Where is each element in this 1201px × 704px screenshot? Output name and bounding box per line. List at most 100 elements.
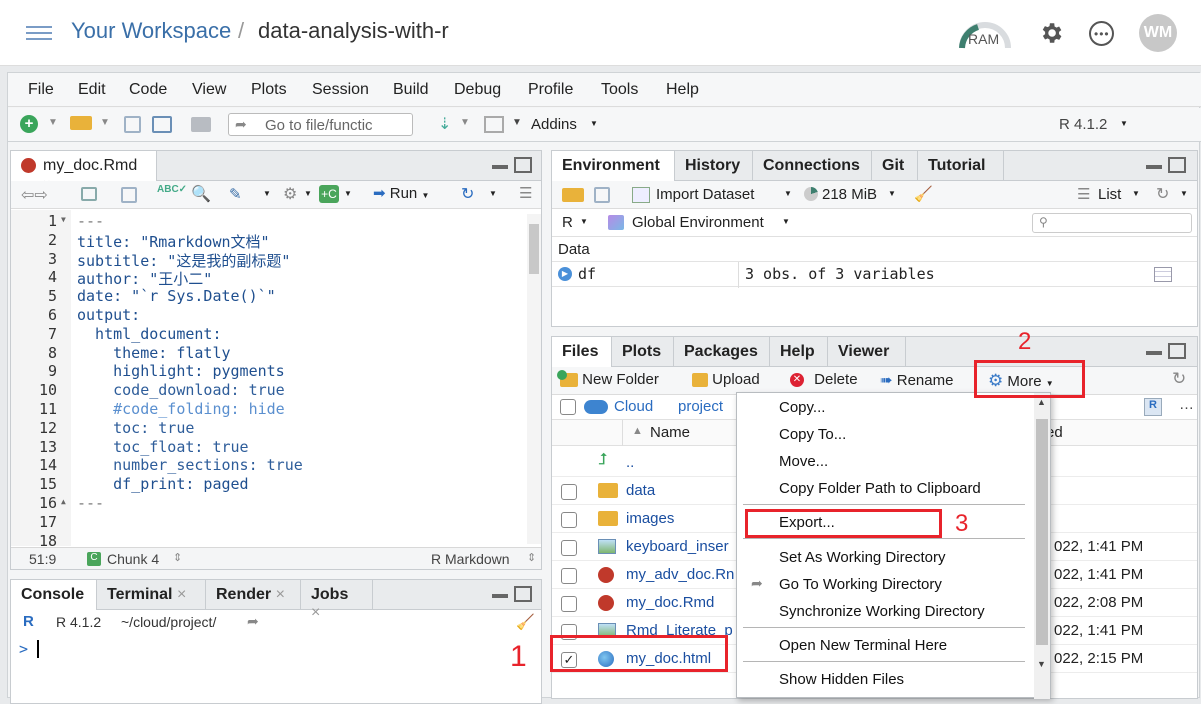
menu-help[interactable]: Help (666, 81, 699, 99)
chevron-down-icon[interactable]: ▼ (782, 217, 790, 226)
tab-terminal[interactable]: Terminal × (97, 580, 206, 610)
grid-layout-icon[interactable] (484, 116, 504, 133)
menu-profile[interactable]: Profile (528, 81, 573, 99)
tab-viewer[interactable]: Viewer (828, 337, 906, 367)
file-name-link[interactable]: .. (626, 454, 634, 471)
menu-debug[interactable]: Debug (454, 81, 501, 99)
clear-broom-icon[interactable]: 🧹 (914, 185, 933, 203)
file-name-link[interactable]: images (626, 510, 674, 527)
env-search-input[interactable]: ⚲ (1032, 213, 1192, 233)
new-file-icon[interactable]: + (20, 115, 38, 133)
minimize-icon[interactable] (492, 165, 508, 169)
run-button[interactable]: ➡ Run ▼ (373, 184, 429, 202)
spellcheck-icon[interactable]: ABC✓ (157, 184, 187, 195)
delete-button[interactable]: ✕ Delete (790, 371, 858, 388)
menu-file[interactable]: File (28, 81, 54, 99)
go-to-dir-icon[interactable]: ➦ (247, 613, 259, 630)
outline-icon[interactable]: ☰ (519, 184, 532, 202)
file-checkbox[interactable] (561, 512, 577, 528)
file-name-link[interactable]: keyboard_inser (626, 538, 729, 555)
scope-selector[interactable]: Global Environment (632, 214, 764, 231)
load-workspace-icon[interactable] (562, 188, 584, 202)
fold-toggle-icon[interactable]: ▼ (61, 215, 66, 224)
chevron-down-icon[interactable]: ▼ (263, 189, 271, 198)
menu-session[interactable]: Session (312, 81, 369, 99)
fold-toggle-icon[interactable]: ▲ (61, 497, 66, 506)
file-checkbox[interactable] (561, 568, 577, 584)
refresh-icon[interactable]: ↻ (1172, 369, 1186, 389)
maximize-icon[interactable] (1168, 157, 1186, 173)
chunk-selector[interactable]: Chunk 4 (107, 551, 159, 567)
file-name-link[interactable]: my_doc.Rmd (626, 594, 714, 611)
chevron-down-icon[interactable]: ▼ (489, 189, 497, 198)
avatar[interactable]: WM (1139, 14, 1177, 52)
upload-button[interactable]: Upload (692, 371, 760, 388)
select-all-checkbox[interactable] (560, 399, 576, 415)
chevron-down-icon[interactable]: ▼ (1180, 189, 1188, 198)
tab-tutorial[interactable]: Tutorial (918, 151, 1004, 181)
crumb-cloud[interactable]: Cloud (614, 398, 653, 415)
save-all-icon[interactable] (152, 116, 172, 133)
goto-file-input[interactable]: ➦ Go to file/functic (228, 113, 413, 136)
more-options-icon[interactable]: ••• (1089, 21, 1114, 46)
chevron-down-icon[interactable]: ▼ (512, 117, 522, 128)
settings-gear-icon[interactable]: ⚙ (283, 184, 297, 204)
menu-code[interactable]: Code (129, 81, 167, 99)
chevron-down-icon[interactable]: ▼ (100, 117, 110, 128)
menu-copy-to[interactable]: Copy To... (779, 426, 846, 443)
memory-usage[interactable]: 218 MiB (822, 186, 877, 203)
code-area[interactable]: 1 ▼ --- 2 title: "Rmarkdown文档" 3 subtitle: "这是… (11, 210, 541, 550)
import-dataset-button[interactable]: Import Dataset (656, 186, 754, 203)
menu-view[interactable]: View (192, 81, 226, 99)
file-name-link[interactable]: data (626, 482, 655, 499)
file-name-link[interactable]: my_adv_doc.Rn (626, 566, 734, 583)
crumb-project[interactable]: project (678, 398, 723, 415)
chevron-down-icon[interactable]: ▼ (888, 189, 896, 198)
menu-scrollbar[interactable]: ▲ ▼ (1034, 393, 1050, 699)
console-input[interactable]: > (11, 634, 541, 704)
menu-open-terminal[interactable]: Open New Terminal Here (779, 637, 947, 654)
ellipsis-icon[interactable]: … (1179, 396, 1194, 413)
chevron-down-icon[interactable]: ▼ (48, 117, 58, 128)
maximize-icon[interactable] (514, 157, 532, 173)
minimize-icon[interactable] (1146, 165, 1162, 169)
close-icon[interactable]: × (177, 586, 186, 603)
tab-console[interactable]: Console (11, 580, 97, 610)
file-checkbox[interactable] (561, 484, 577, 500)
tab-files[interactable]: Files (552, 337, 612, 367)
print-icon[interactable] (191, 117, 211, 132)
tab-history[interactable]: History (675, 151, 753, 181)
code-tools-icon[interactable]: ✎ (229, 185, 242, 203)
chevron-down-icon[interactable]: ▼ (784, 189, 792, 198)
col-name-header[interactable]: Name (650, 424, 690, 441)
rename-button[interactable]: ➠ Rename (880, 371, 953, 389)
vertical-scrollbar[interactable] (527, 214, 541, 544)
r-version-menu[interactable]: R 4.1.2 (1059, 116, 1107, 133)
ram-gauge-icon[interactable]: RAM (956, 20, 1014, 50)
menu-move[interactable]: Move... (779, 453, 828, 470)
file-checkbox[interactable] (561, 596, 577, 612)
maximize-icon[interactable] (1168, 343, 1186, 359)
tab-render[interactable]: Render × (206, 580, 301, 610)
tab-environment[interactable]: Environment (552, 151, 675, 181)
menu-copy-folder-path[interactable]: Copy Folder Path to Clipboard (779, 480, 981, 497)
chevron-down-icon[interactable]: ▼ (1132, 189, 1140, 198)
menu-edit[interactable]: Edit (78, 81, 106, 99)
workspace-link[interactable]: Your Workspace (71, 18, 231, 44)
env-variable-row[interactable]: ▶ df 3 obs. of 3 variables (552, 261, 1197, 288)
tab-plots[interactable]: Plots (612, 337, 674, 367)
file-checkbox[interactable] (561, 540, 577, 556)
tab-help[interactable]: Help (770, 337, 828, 367)
minimize-icon[interactable] (1146, 351, 1162, 355)
view-mode-list[interactable]: List (1098, 186, 1121, 203)
back-icon[interactable]: ⇦⇨ (21, 185, 48, 205)
menu-go-to-working-dir[interactable]: Go To Working Directory (779, 576, 942, 593)
addins-menu[interactable]: Addins (531, 116, 577, 133)
refresh-icon[interactable]: ↻ (1156, 184, 1169, 204)
minimize-icon[interactable] (492, 594, 508, 598)
menu-set-working-dir[interactable]: Set As Working Directory (779, 549, 945, 566)
tab-my-doc-rmd[interactable]: my_doc.Rmd × (11, 151, 157, 191)
close-icon[interactable]: × (276, 586, 285, 603)
menu-show-hidden-files[interactable]: Show Hidden Files (779, 671, 904, 688)
tab-connections[interactable]: Connections (753, 151, 872, 181)
